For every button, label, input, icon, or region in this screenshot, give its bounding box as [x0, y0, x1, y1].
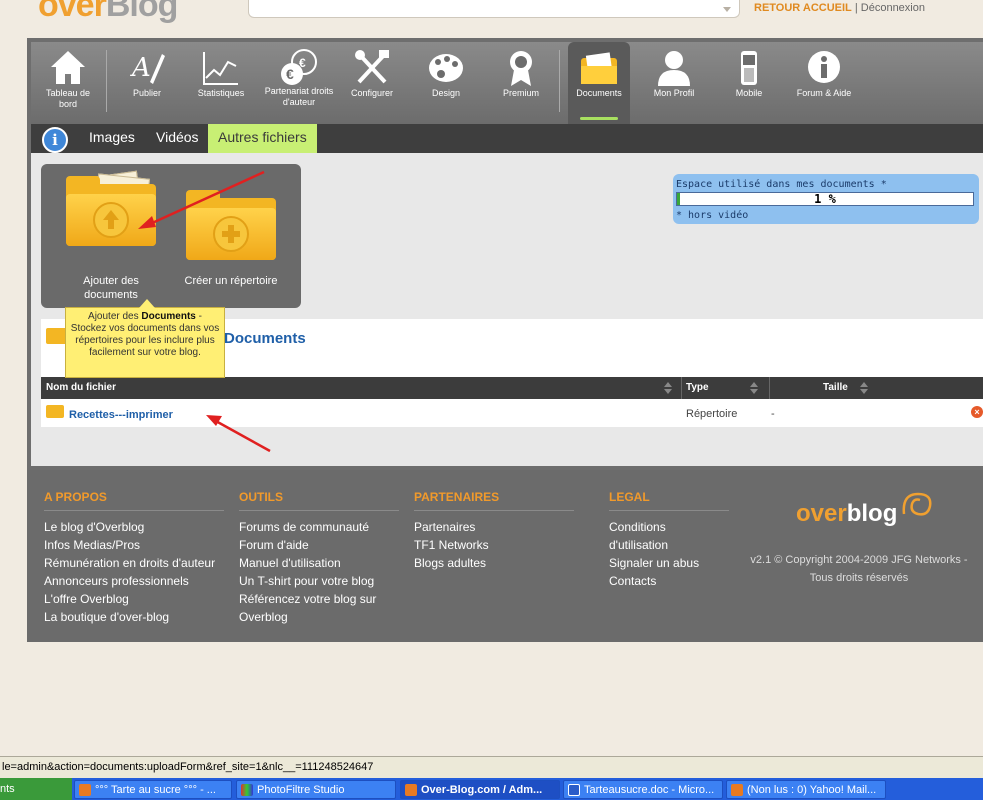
footer-col-outils: OUTILS Forums de communauté Forum d'aide… — [239, 490, 399, 626]
footer-link[interactable]: Overblog — [239, 608, 399, 626]
copyright: v2.1 © Copyright 2004-2009 JFG Networks … — [750, 554, 968, 584]
column-type[interactable]: Type — [686, 377, 709, 399]
euro-icon: €€ — [281, 49, 317, 85]
footer-col-legal: LEGAL Conditions d'utilisation Signaler … — [609, 490, 729, 590]
add-documents-button[interactable]: Ajouter des documents — [59, 170, 163, 302]
nav-forum-aide[interactable]: Forum & Aide — [789, 42, 859, 124]
footer-link[interactable]: TF1 Networks — [414, 536, 574, 554]
table-header: Nom du fichier Type Taille — [41, 377, 983, 399]
footer-link[interactable]: L'offre Overblog — [44, 590, 224, 608]
footer-link[interactable]: Infos Medias/Pros — [44, 536, 224, 554]
create-folder-button[interactable]: Créer un répertoire — [179, 190, 283, 288]
folder-link[interactable]: Recettes---imprimer — [69, 409, 173, 421]
scroll-down-arrow-icon[interactable] — [723, 7, 731, 12]
footer-link[interactable]: Forums de communauté — [239, 518, 399, 536]
photofiltre-icon — [241, 784, 253, 796]
browser-status-bar: le=admin&action=documents:uploadForm&ref… — [0, 756, 983, 779]
footer-link[interactable]: Un T-shirt pour votre blog — [239, 572, 399, 590]
logout-link[interactable]: Déconnexion — [861, 2, 925, 14]
nav-mon-profil[interactable]: Mon Profil — [643, 42, 705, 124]
nav-tableau-de-bord[interactable]: Tableau de bord — [39, 42, 97, 124]
footer-link[interactable]: Le blog d'Overblog — [44, 518, 224, 536]
word-icon — [568, 784, 580, 796]
palette-icon — [429, 54, 463, 82]
top-links: RETOUR ACCUEIL | Déconnexion — [754, 2, 925, 14]
start-button[interactable]: nts — [0, 778, 72, 800]
new-folder-icon — [186, 190, 276, 260]
documents-title: Documents — [224, 330, 306, 347]
nav-configurer[interactable]: Configurer — [341, 42, 403, 124]
table-row — [41, 401, 983, 427]
nav-partenariat[interactable]: € € Partenariat droits d'auteur — [261, 42, 337, 124]
footer-link[interactable]: Contacts — [609, 572, 729, 590]
delete-icon[interactable]: × — [971, 406, 983, 418]
chart-icon — [203, 52, 238, 85]
footer-link[interactable]: Forum d'aide — [239, 536, 399, 554]
row-size: - — [771, 408, 775, 420]
footer-link[interactable]: Rémunération en droits d'auteur — [44, 554, 224, 572]
info-icon — [808, 51, 840, 83]
svg-text:€: € — [299, 56, 306, 70]
nav-publier[interactable]: A Publier — [113, 42, 181, 124]
svg-text:€: € — [286, 66, 294, 82]
firefox-icon — [79, 784, 91, 796]
active-indicator — [580, 117, 618, 120]
column-size[interactable]: Taille — [823, 377, 848, 399]
footer-link[interactable]: Manuel d'utilisation — [239, 554, 399, 572]
footer-link[interactable]: Blogs adultes — [414, 554, 574, 572]
pen-icon: A — [130, 53, 165, 84]
footer-col-apropos: A PROPOS Le blog d'Overblog Infos Medias… — [44, 490, 224, 626]
help-info-icon[interactable]: i — [42, 127, 68, 153]
ribbon-icon — [510, 51, 532, 86]
row-type: Répertoire — [686, 408, 738, 420]
footer-link[interactable]: Annonceurs professionnels — [44, 572, 224, 590]
firefox-icon — [731, 784, 743, 796]
overblog-logo[interactable]: overBlog — [38, 0, 178, 25]
upload-folder-icon — [66, 170, 156, 246]
firefox-icon — [405, 784, 417, 796]
task-word-doc[interactable]: Tarteausucre.doc - Micro... — [563, 780, 723, 799]
footer-link[interactable]: La boutique d'over-blog — [44, 608, 224, 626]
footer-link[interactable]: Signaler un abus — [609, 554, 729, 572]
quota-progress-bar: 1 % — [676, 192, 974, 206]
task-tarte-au-sucre[interactable]: °°° Tarte au sucre °°° - ... — [74, 780, 232, 799]
top-search-box[interactable] — [248, 0, 740, 18]
footer-col-partenaires: PARTENAIRES Partenaires TF1 Networks Blo… — [414, 490, 574, 572]
storage-quota: Espace utilisé dans mes documents * 1 % … — [673, 174, 979, 224]
column-name[interactable]: Nom du fichier — [46, 377, 116, 399]
document-actions: Ajouter des documents Créer un répertoir… — [41, 164, 301, 308]
add-documents-tooltip: Ajouter des Documents - Stockez vos docu… — [65, 299, 225, 378]
sort-arrows-icon[interactable] — [859, 382, 869, 394]
home-link[interactable]: RETOUR ACCUEIL — [754, 2, 852, 14]
footer-logo[interactable]: overblog — [796, 500, 897, 528]
main-nav: Tableau de bord A Publier Statistiques €… — [31, 42, 983, 124]
phone-icon — [741, 51, 757, 85]
overblog-swirl-icon — [902, 492, 932, 516]
sort-arrows-icon[interactable] — [663, 382, 673, 394]
nav-design[interactable]: Design — [416, 42, 476, 124]
nav-documents[interactable]: Documents — [568, 42, 630, 124]
task-photofiltre[interactable]: PhotoFiltre Studio — [236, 780, 396, 799]
user-icon — [658, 51, 690, 86]
tab-videos[interactable]: Vidéos — [146, 124, 209, 153]
house-icon — [51, 51, 85, 84]
sort-arrows-icon[interactable] — [749, 382, 759, 394]
folder-icon — [581, 52, 617, 84]
tools-icon — [355, 50, 389, 84]
nav-mobile[interactable]: Mobile — [721, 42, 777, 124]
footer-link[interactable]: Partenaires — [414, 518, 574, 536]
nav-premium[interactable]: Premium — [491, 42, 551, 124]
footer-link[interactable]: Référencez votre blog sur — [239, 590, 399, 608]
footer-link[interactable]: Conditions — [609, 518, 729, 536]
tab-images[interactable]: Images — [79, 124, 145, 153]
nav-statistiques[interactable]: Statistiques — [186, 42, 256, 124]
task-yahoo-mail[interactable]: (Non lus : 0) Yahoo! Mail... — [726, 780, 886, 799]
tab-autres-fichiers[interactable]: Autres fichiers — [208, 124, 317, 153]
task-over-blog[interactable]: Over-Blog.com / Adm... — [400, 780, 560, 799]
svg-text:A: A — [130, 53, 151, 83]
footer-link[interactable]: d'utilisation — [609, 536, 729, 554]
folder-icon — [46, 405, 64, 418]
